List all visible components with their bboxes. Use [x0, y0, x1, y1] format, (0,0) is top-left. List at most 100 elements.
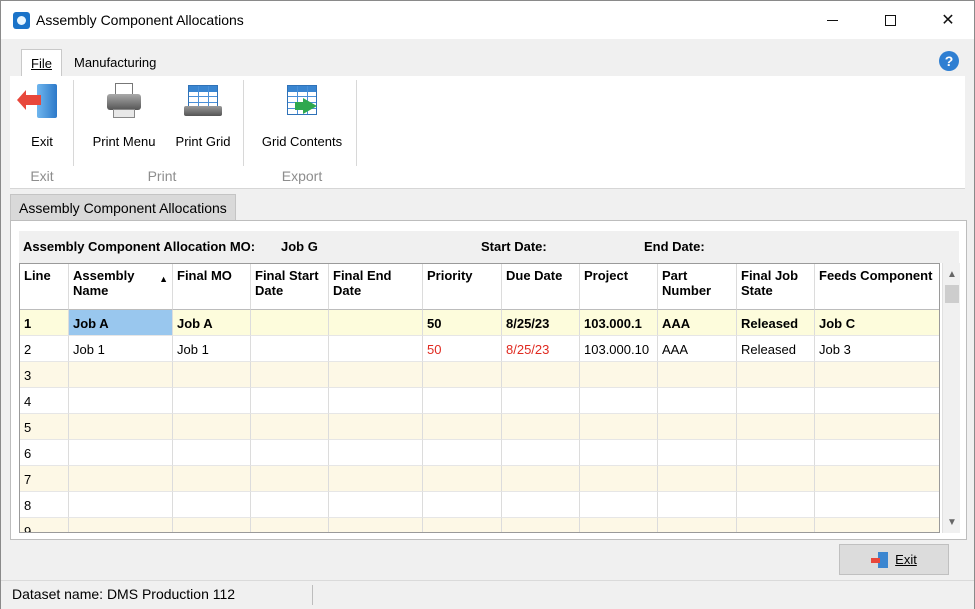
- table-cell[interactable]: [737, 492, 815, 518]
- scroll-down-icon[interactable]: ▼: [943, 513, 961, 531]
- table-cell[interactable]: [502, 362, 580, 388]
- table-row[interactable]: 1 Job A Job A 50 8/25/23 103.000.1 AAA Released…: [20, 310, 939, 336]
- table-cell[interactable]: 50: [423, 310, 502, 336]
- help-icon[interactable]: ?: [939, 51, 959, 71]
- table-cell[interactable]: [658, 388, 737, 414]
- table-cell[interactable]: [173, 388, 251, 414]
- table-cell[interactable]: [658, 492, 737, 518]
- table-cell[interactable]: [737, 388, 815, 414]
- minimize-button[interactable]: [809, 1, 855, 39]
- table-cell[interactable]: [173, 466, 251, 492]
- table-cell[interactable]: [173, 414, 251, 440]
- table-cell[interactable]: [69, 492, 173, 518]
- table-cell[interactable]: [502, 414, 580, 440]
- table-cell[interactable]: [329, 518, 423, 532]
- table-cell[interactable]: [251, 414, 329, 440]
- table-cell[interactable]: [329, 336, 423, 362]
- column-header[interactable]: Final End Date: [329, 264, 423, 310]
- table-cell[interactable]: [173, 362, 251, 388]
- table-cell[interactable]: 4: [20, 388, 69, 414]
- table-cell[interactable]: AAA: [658, 336, 737, 362]
- table-cell[interactable]: [815, 466, 939, 492]
- table-row[interactable]: 5: [20, 414, 939, 440]
- table-cell[interactable]: [173, 440, 251, 466]
- table-cell[interactable]: [69, 440, 173, 466]
- table-cell[interactable]: [737, 466, 815, 492]
- table-cell[interactable]: Job A: [69, 310, 173, 336]
- table-cell[interactable]: [815, 414, 939, 440]
- table-cell[interactable]: [251, 336, 329, 362]
- table-cell[interactable]: 103.000.10: [580, 336, 658, 362]
- column-header[interactable]: Assembly Name ▲: [69, 264, 173, 310]
- tab-file[interactable]: File: [21, 49, 62, 76]
- table-cell[interactable]: [69, 388, 173, 414]
- table-cell[interactable]: [580, 388, 658, 414]
- table-cell[interactable]: [329, 492, 423, 518]
- table-cell[interactable]: 8: [20, 492, 69, 518]
- table-cell[interactable]: [737, 440, 815, 466]
- table-cell[interactable]: [69, 466, 173, 492]
- table-cell[interactable]: [329, 362, 423, 388]
- table-row[interactable]: 4: [20, 388, 939, 414]
- table-cell[interactable]: [251, 466, 329, 492]
- column-header[interactable]: Final Job State: [737, 264, 815, 310]
- table-cell[interactable]: 8/25/23: [502, 336, 580, 362]
- table-cell[interactable]: 3: [20, 362, 69, 388]
- print-menu-button[interactable]: Print Menu: [86, 82, 162, 152]
- table-cell[interactable]: [251, 440, 329, 466]
- table-row[interactable]: 3: [20, 362, 939, 388]
- table-cell[interactable]: [329, 388, 423, 414]
- table-cell[interactable]: Job C: [815, 310, 939, 336]
- table-cell[interactable]: [69, 414, 173, 440]
- table-cell[interactable]: [737, 414, 815, 440]
- table-row[interactable]: 6: [20, 440, 939, 466]
- table-cell[interactable]: [502, 440, 580, 466]
- column-header[interactable]: Final Start Date: [251, 264, 329, 310]
- table-cell[interactable]: [423, 388, 502, 414]
- table-cell[interactable]: [658, 440, 737, 466]
- table-cell[interactable]: [658, 466, 737, 492]
- column-header[interactable]: Feeds Component: [815, 264, 939, 310]
- table-row[interactable]: 7: [20, 466, 939, 492]
- table-cell[interactable]: [815, 388, 939, 414]
- table-cell[interactable]: 6: [20, 440, 69, 466]
- print-grid-button[interactable]: Print Grid: [168, 82, 238, 152]
- table-cell[interactable]: Released: [737, 310, 815, 336]
- table-cell[interactable]: [737, 518, 815, 532]
- table-cell[interactable]: [423, 466, 502, 492]
- table-cell[interactable]: [251, 492, 329, 518]
- table-cell[interactable]: [251, 362, 329, 388]
- table-cell[interactable]: Job 3: [815, 336, 939, 362]
- table-cell[interactable]: [815, 518, 939, 532]
- table-cell[interactable]: 5: [20, 414, 69, 440]
- table-cell[interactable]: Job 1: [69, 336, 173, 362]
- table-cell[interactable]: [580, 440, 658, 466]
- column-header[interactable]: Project: [580, 264, 658, 310]
- table-cell[interactable]: [329, 466, 423, 492]
- table-cell[interactable]: [423, 440, 502, 466]
- table-cell[interactable]: [737, 362, 815, 388]
- table-cell[interactable]: [173, 518, 251, 532]
- table-cell[interactable]: 103.000.1: [580, 310, 658, 336]
- table-cell[interactable]: [69, 362, 173, 388]
- exit-ribbon-button[interactable]: Exit: [16, 82, 68, 152]
- table-cell[interactable]: [329, 414, 423, 440]
- table-cell[interactable]: [329, 440, 423, 466]
- table-row[interactable]: 8: [20, 492, 939, 518]
- table-cell[interactable]: [173, 492, 251, 518]
- table-cell[interactable]: [423, 492, 502, 518]
- column-header[interactable]: Due Date: [502, 264, 580, 310]
- allocations-grid[interactable]: Line Assembly Name ▲ Final MO Final Start Da…: [19, 263, 940, 533]
- column-header[interactable]: Line: [20, 264, 69, 310]
- table-cell[interactable]: [658, 414, 737, 440]
- table-cell[interactable]: [580, 518, 658, 532]
- column-header[interactable]: Final MO: [173, 264, 251, 310]
- table-cell[interactable]: [329, 310, 423, 336]
- table-cell[interactable]: 50: [423, 336, 502, 362]
- table-cell[interactable]: [251, 518, 329, 532]
- scroll-thumb[interactable]: [945, 285, 959, 303]
- table-cell[interactable]: 1: [20, 310, 69, 336]
- grid-contents-button[interactable]: Grid Contents: [254, 82, 350, 152]
- vertical-scrollbar[interactable]: ▲ ▼: [942, 263, 960, 533]
- exit-button[interactable]: Exit: [839, 544, 949, 575]
